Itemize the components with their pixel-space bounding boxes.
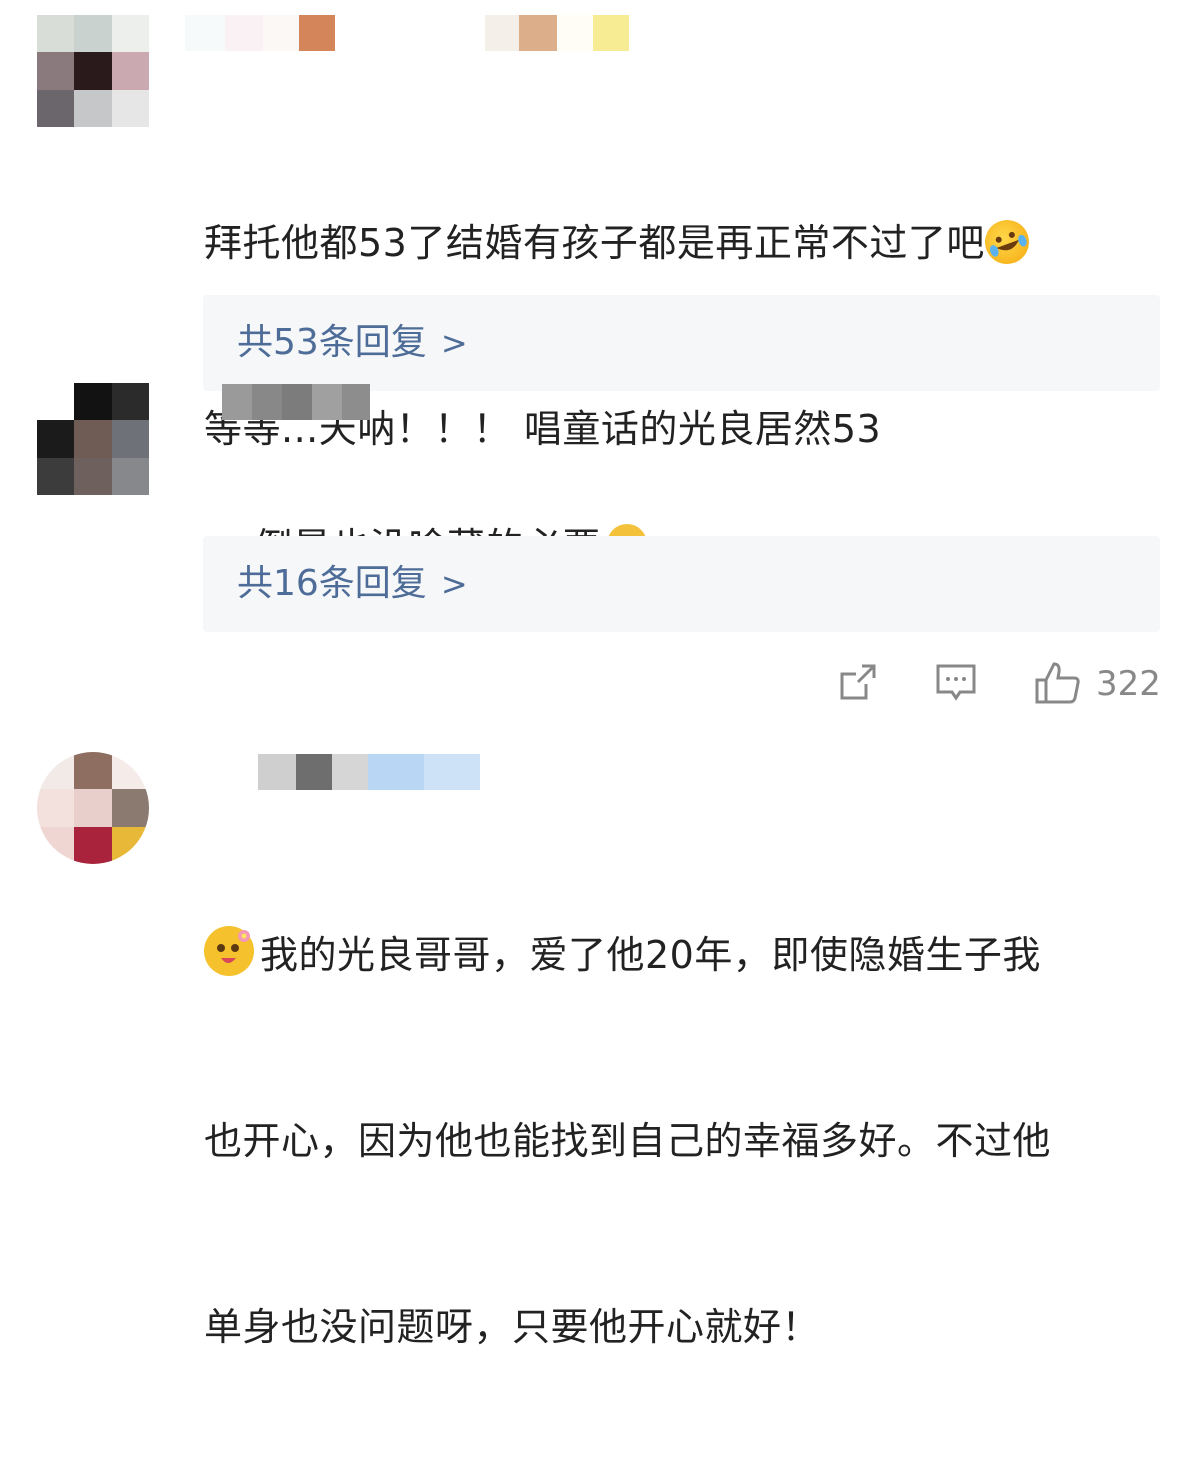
view-replies-link[interactable]: 共16条回复 > [237, 558, 468, 610]
username-blurred[interactable] [222, 754, 480, 790]
comment-text: 我的光良哥哥，爱了他20年，即使隐婚生子我 也开心，因为他也能找到自己的幸福多好… [204, 800, 1051, 1482]
comment-line: 单身也没问题呀，只要他开心就好！ [204, 1305, 821, 1349]
thumbs-up-icon [1035, 662, 1080, 704]
comment-line: 我的光良哥哥，爱了他20年，即使隐婚生子我 [260, 933, 1041, 977]
avatar[interactable] [37, 383, 149, 495]
like-button[interactable]: 322 [1034, 660, 1161, 706]
chevron-right-icon: > [440, 565, 468, 603]
replies-box[interactable]: 共16条回复 > [203, 536, 1160, 632]
share-button[interactable] [836, 660, 880, 706]
chevron-right-icon: > [440, 324, 468, 362]
comment-icon [936, 664, 976, 701]
comment-line: 也开心，因为他也能找到自己的幸福多好。不过他 [204, 1119, 1052, 1163]
like-count: 322 [1096, 664, 1161, 704]
avatar[interactable] [37, 15, 149, 127]
username-blurred[interactable] [185, 15, 629, 51]
username-blurred[interactable] [222, 384, 370, 420]
replies-box[interactable]: 共53条回复 > [203, 295, 1160, 391]
share-icon [840, 664, 876, 700]
rofl-emoji-icon [978, 213, 1036, 271]
avatar[interactable] [37, 752, 149, 864]
flower-face-emoji-icon [204, 926, 254, 976]
comment-actions: 322 [0, 660, 1200, 710]
comment-line: 拜托他都53了结婚有孩子都是再正常不过了吧 [204, 221, 985, 265]
view-replies-link[interactable]: 共53条回复 > [237, 317, 468, 369]
reply-button[interactable] [934, 660, 978, 706]
